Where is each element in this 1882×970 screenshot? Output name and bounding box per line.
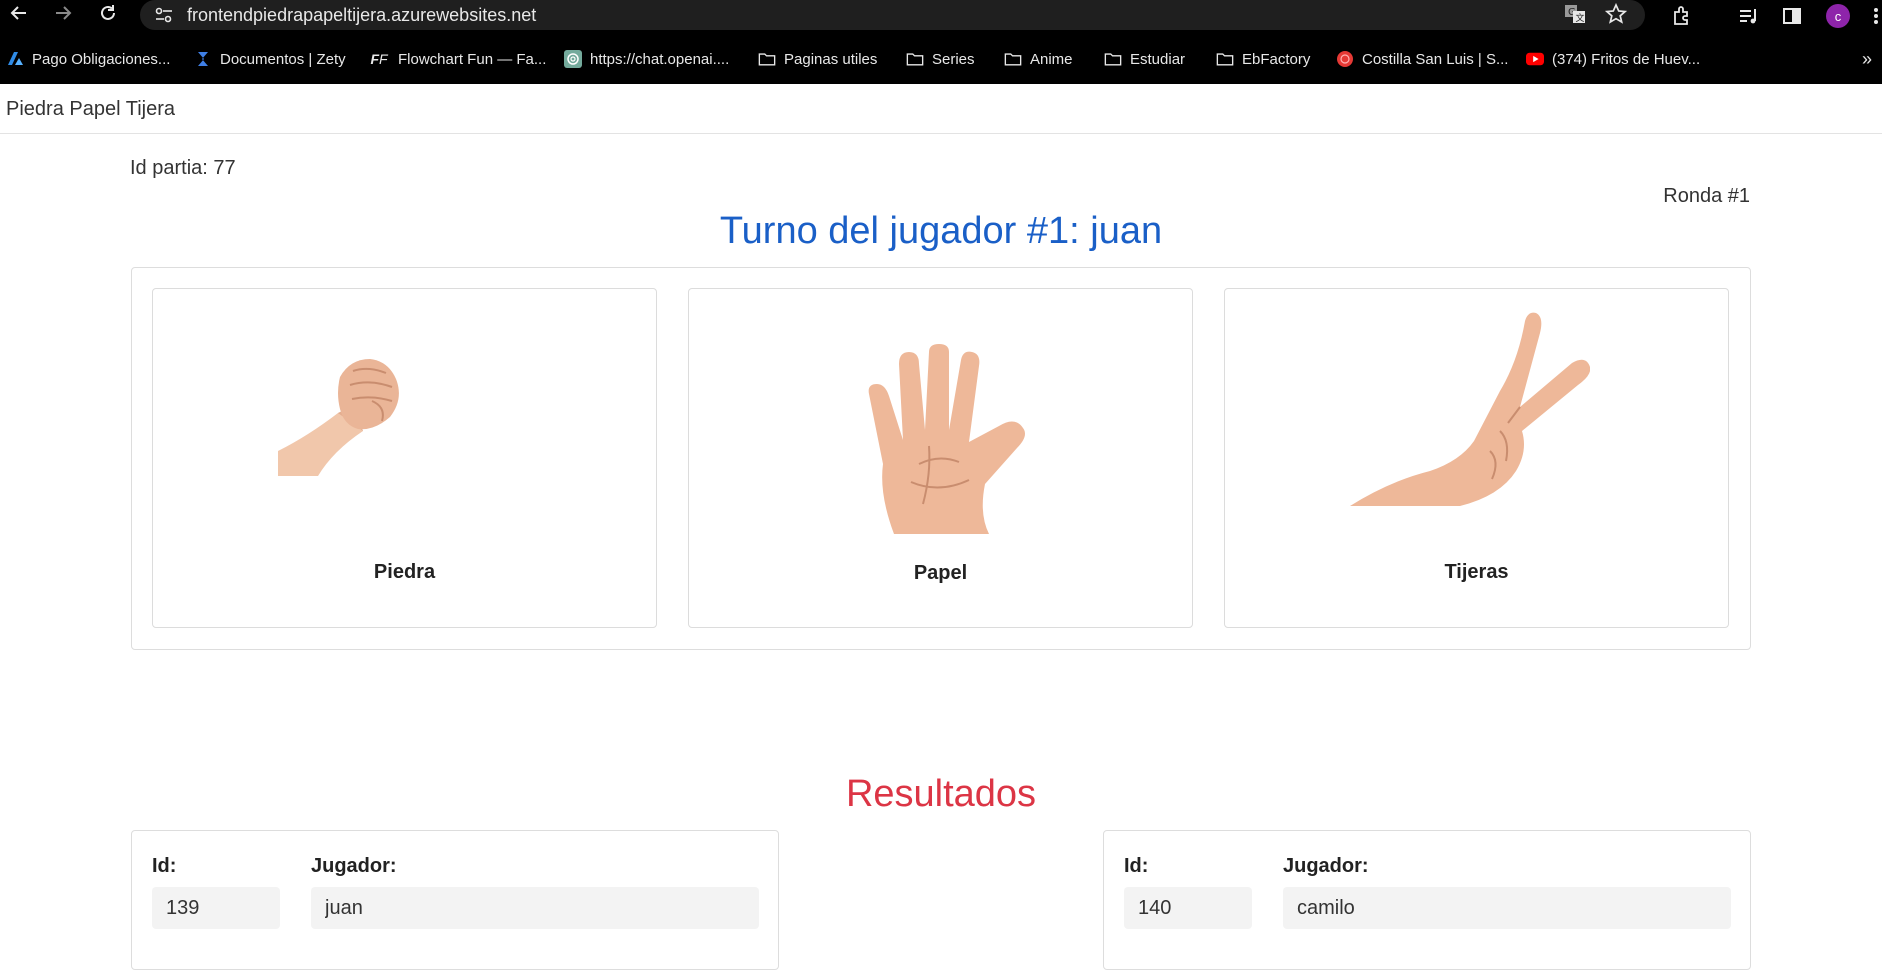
folder-icon [906, 50, 924, 68]
fist-hand-image [278, 359, 399, 476]
id-field[interactable] [1124, 887, 1252, 929]
profile-initial: c [1826, 4, 1850, 28]
folder-icon [1004, 50, 1022, 68]
choice-card-tijeras[interactable]: Tijeras [1224, 288, 1729, 628]
bookmark-label: Series [932, 50, 975, 68]
bookmark-label: https://chat.openai.... [590, 50, 730, 68]
folder-icon [1104, 50, 1122, 68]
arrow-right-icon [56, 6, 72, 20]
restaurant-icon [1336, 50, 1354, 68]
profile-avatar[interactable]: c [1824, 2, 1852, 30]
media-controls-icon[interactable] [1734, 2, 1762, 30]
azure-icon [6, 50, 24, 68]
app-navbar: Piedra Papel Tijera [0, 84, 1882, 134]
bookmark-label: Anime [1030, 50, 1073, 68]
menu-icon[interactable] [1862, 2, 1882, 30]
choice-label-papel: Papel [913, 562, 968, 584]
bookmark-label: Costilla San Luis | S... [1362, 50, 1509, 68]
open-palm-image [868, 344, 1025, 534]
extensions-icon[interactable] [1668, 2, 1696, 30]
folder-icon [1216, 50, 1234, 68]
brand-link[interactable]: Piedra Papel Tijera [6, 98, 175, 121]
flowchart-icon: FF [370, 51, 388, 67]
bookmark-label: Estudiar [1130, 50, 1186, 68]
bookmark-item[interactable]: Documentos | Zety [194, 46, 346, 72]
round-text: Ronda #1 [1663, 185, 1750, 207]
victory-hand-image [1350, 312, 1590, 506]
bookmark-label: Paginas utiles [784, 50, 878, 68]
site-info-icon[interactable] [154, 6, 174, 29]
results-heading: Resultados [845, 773, 1037, 815]
player-field[interactable] [1283, 887, 1731, 929]
bookmark-item[interactable]: Costilla San Luis | S... [1336, 46, 1508, 72]
svg-text:文: 文 [1576, 12, 1585, 24]
arrow-left-icon [10, 6, 26, 20]
game-id-text: Id partia: 77 [130, 157, 236, 179]
bookmark-folder[interactable]: EbFactory [1216, 46, 1310, 72]
url-text: frontendpiedrapapeltijera.azurewebsites.… [187, 4, 537, 25]
reload-button[interactable] [93, 0, 123, 26]
bookmark-item[interactable]: Pago Obligaciones... [6, 46, 170, 72]
bookmark-label: Flowchart Fun — Fa... [398, 50, 547, 68]
bookmark-folder[interactable]: Paginas utiles [758, 46, 877, 72]
id-field[interactable] [152, 887, 280, 929]
address-bar[interactable]: frontendpiedrapapeltijera.azurewebsites.… [140, 0, 1645, 30]
more-bookmarks-button[interactable]: » [1862, 46, 1872, 72]
bookmark-item[interactable]: FF Flowchart Fun — Fa... [368, 46, 546, 72]
back-button[interactable] [4, 0, 34, 26]
choice-card-papel[interactable]: Papel [688, 288, 1193, 628]
player-label: Jugador: [1283, 855, 1369, 877]
bookmark-label: EbFactory [1242, 50, 1311, 68]
id-label: Id: [1124, 855, 1149, 877]
bookmark-item[interactable]: https://chat.openai.... [564, 46, 729, 72]
forward-button[interactable] [48, 0, 78, 26]
zety-icon [194, 50, 212, 68]
player-label: Jugador: [311, 855, 397, 877]
result-card-player-2: Id: Jugador: [1103, 830, 1751, 970]
youtube-icon [1526, 50, 1544, 68]
bookmarks-bar: Pago Obligaciones... Documentos | Zety F… [0, 34, 1882, 84]
player-field[interactable] [311, 887, 759, 929]
bookmark-label: (374) Fritos de Huev... [1552, 50, 1701, 68]
side-panel-icon[interactable] [1778, 2, 1806, 30]
result-card-player-1: Id: Jugador: [131, 830, 779, 970]
bookmark-folder[interactable]: Anime [1004, 46, 1073, 72]
reload-icon [101, 5, 115, 20]
folder-icon [758, 50, 776, 68]
choices-panel: Piedra Papel Tijeras [131, 267, 1751, 650]
openai-icon [564, 50, 582, 68]
choice-label-tijeras: Tijeras [1444, 561, 1509, 583]
bookmark-folder[interactable]: Estudiar [1104, 46, 1185, 72]
bookmark-star-icon[interactable] [1604, 2, 1628, 30]
id-label: Id: [152, 855, 177, 877]
bookmark-label: Documentos | Zety [220, 50, 346, 68]
translate-icon[interactable]: G文 [1563, 2, 1587, 31]
choice-label-piedra: Piedra [373, 561, 436, 583]
more-bookmarks-label: » [1862, 48, 1873, 69]
bookmark-label: Pago Obligaciones... [32, 50, 171, 68]
bookmark-item[interactable]: (374) Fritos de Huev... [1526, 46, 1700, 72]
bookmark-folder[interactable]: Series [906, 46, 975, 72]
turn-heading: Turno del jugador #1: juan [719, 210, 1163, 252]
browser-toolbar: frontendpiedrapapeltijera.azurewebsites.… [0, 0, 1882, 34]
choice-card-piedra[interactable]: Piedra [152, 288, 657, 628]
